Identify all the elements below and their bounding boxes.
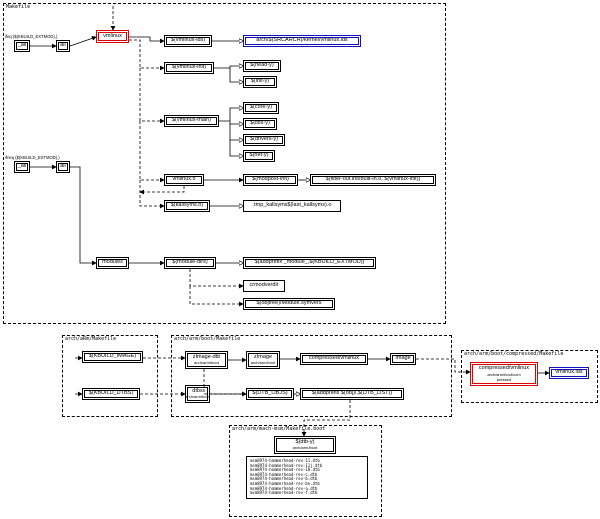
edges-layer [0,0,600,519]
